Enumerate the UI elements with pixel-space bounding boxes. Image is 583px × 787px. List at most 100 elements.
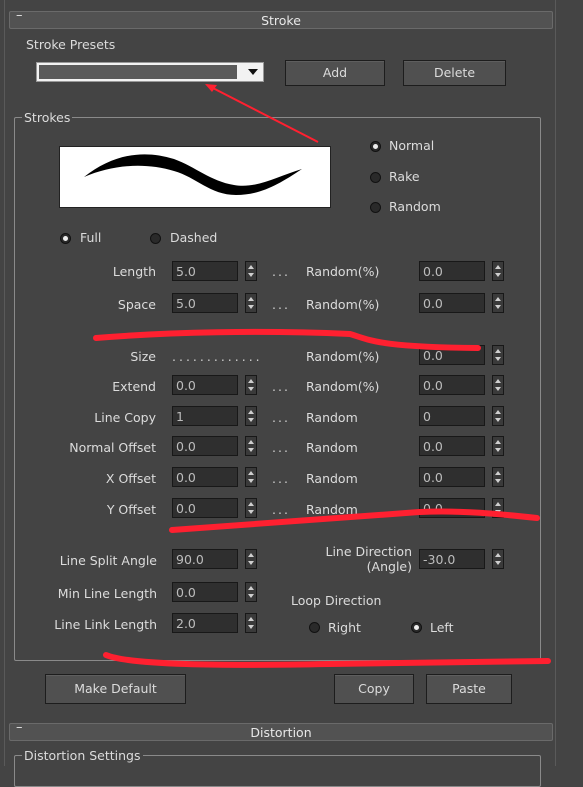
x-offset-field[interactable]: 0.0: [172, 467, 238, 487]
spinner-up-icon[interactable]: [248, 410, 254, 414]
spinner-down-icon[interactable]: [248, 387, 254, 391]
spinner-down-icon[interactable]: [495, 479, 501, 483]
spinner-down-icon[interactable]: [248, 510, 254, 514]
spinner-up-icon[interactable]: [248, 502, 254, 506]
line-direction-spinner[interactable]: [492, 549, 504, 569]
loop-right-label[interactable]: Right: [328, 620, 361, 635]
delete-preset-button[interactable]: Delete: [403, 60, 506, 86]
line-direction-field[interactable]: -30.0: [419, 549, 485, 569]
spinner-down-icon[interactable]: [495, 510, 501, 514]
spinner-up-icon[interactable]: [248, 553, 254, 557]
dashed-radio[interactable]: [150, 233, 161, 244]
y-offset-spinner[interactable]: [245, 498, 257, 518]
style-random-radio[interactable]: [370, 202, 381, 213]
spinner-down-icon[interactable]: [248, 561, 254, 565]
spinner-down-icon[interactable]: [495, 418, 501, 422]
loop-left-radio[interactable]: [411, 622, 422, 633]
spinner-down-icon[interactable]: [495, 561, 501, 565]
spinner-up-icon[interactable]: [248, 471, 254, 475]
style-normal-radio[interactable]: [370, 141, 381, 152]
spinner-down-icon[interactable]: [248, 594, 254, 598]
length-random-spinner[interactable]: [492, 261, 504, 281]
y-offset-field[interactable]: 0.0: [172, 498, 238, 518]
spinner-up-icon[interactable]: [495, 349, 501, 353]
spinner-down-icon[interactable]: [248, 418, 254, 422]
style-random-label[interactable]: Random: [389, 199, 441, 214]
space-field[interactable]: 5.0: [172, 293, 238, 313]
loop-left-label[interactable]: Left: [430, 620, 454, 635]
style-rake-label[interactable]: Rake: [389, 169, 420, 184]
spinner-up-icon[interactable]: [248, 297, 254, 301]
line-copy-random-field[interactable]: 0: [419, 406, 485, 426]
spinner-up-icon[interactable]: [495, 471, 501, 475]
extend-field[interactable]: 0.0: [172, 375, 238, 395]
x-offset-random-spinner[interactable]: [492, 467, 504, 487]
spinner-up-icon[interactable]: [248, 617, 254, 621]
spinner-up-icon[interactable]: [495, 410, 501, 414]
stroke-rollout-header[interactable]: – Stroke: [9, 8, 553, 29]
line-copy-spinner[interactable]: [245, 406, 257, 426]
spinner-up-icon[interactable]: [248, 440, 254, 444]
spinner-up-icon[interactable]: [495, 379, 501, 383]
line-split-angle-field[interactable]: 90.0: [172, 549, 238, 569]
spinner-down-icon[interactable]: [495, 273, 501, 277]
add-preset-button[interactable]: Add: [285, 60, 385, 86]
line-split-angle-spinner[interactable]: [245, 549, 257, 569]
spinner-down-icon[interactable]: [495, 387, 501, 391]
y-offset-random-spinner[interactable]: [492, 498, 504, 518]
normal-offset-field[interactable]: 0.0: [172, 436, 238, 456]
space-random-field[interactable]: 0.0: [419, 293, 485, 313]
line-link-length-spinner[interactable]: [245, 613, 257, 633]
space-random-spinner[interactable]: [492, 293, 504, 313]
make-default-button[interactable]: Make Default: [45, 674, 186, 704]
normal-offset-random-spinner[interactable]: [492, 436, 504, 456]
min-line-length-field[interactable]: 0.0: [172, 582, 238, 602]
space-spinner[interactable]: [245, 293, 257, 313]
style-normal-label[interactable]: Normal: [389, 138, 434, 153]
loop-right-radio[interactable]: [309, 622, 320, 633]
min-line-length-spinner[interactable]: [245, 582, 257, 602]
spinner-down-icon[interactable]: [248, 305, 254, 309]
spinner-up-icon[interactable]: [248, 265, 254, 269]
spinner-up-icon[interactable]: [495, 265, 501, 269]
length-field[interactable]: 5.0: [172, 261, 238, 281]
spinner-down-icon[interactable]: [495, 357, 501, 361]
extend-random-field[interactable]: 0.0: [419, 375, 485, 395]
copy-button[interactable]: Copy: [334, 674, 414, 704]
normal-offset-random-field[interactable]: 0.0: [419, 436, 485, 456]
spinner-down-icon[interactable]: [248, 479, 254, 483]
line-link-length-field[interactable]: 2.0: [172, 613, 238, 633]
x-offset-random-field[interactable]: 0.0: [419, 467, 485, 487]
spinner-up-icon[interactable]: [248, 379, 254, 383]
line-copy-random-spinner[interactable]: [492, 406, 504, 426]
extend-spinner[interactable]: [245, 375, 257, 395]
spinner-down-icon[interactable]: [248, 448, 254, 452]
distortion-rollout-header[interactable]: – Distortion: [9, 720, 553, 741]
x-offset-spinner[interactable]: [245, 467, 257, 487]
style-rake-radio[interactable]: [370, 172, 381, 183]
extend-random-spinner[interactable]: [492, 375, 504, 395]
spinner-up-icon[interactable]: [495, 553, 501, 557]
spinner-down-icon[interactable]: [495, 448, 501, 452]
spinner-up-icon[interactable]: [248, 586, 254, 590]
spinner-up-icon[interactable]: [495, 502, 501, 506]
spinner-down-icon[interactable]: [495, 305, 501, 309]
full-label[interactable]: Full: [80, 230, 101, 245]
full-radio[interactable]: [60, 233, 71, 244]
size-random-spinner[interactable]: [492, 345, 504, 365]
normal-offset-spinner[interactable]: [245, 436, 257, 456]
length-spinner[interactable]: [245, 261, 257, 281]
chevron-down-icon[interactable]: [248, 69, 258, 75]
spinner-up-icon[interactable]: [495, 297, 501, 301]
y-offset-random-field[interactable]: 0.0: [419, 498, 485, 518]
spinner-down-icon[interactable]: [248, 273, 254, 277]
size-random-field[interactable]: 0.0: [419, 345, 485, 365]
stroke-presets-dropdown[interactable]: [36, 62, 264, 82]
dashed-label[interactable]: Dashed: [170, 230, 217, 245]
paste-button[interactable]: Paste: [426, 674, 512, 704]
spinner-up-icon[interactable]: [495, 440, 501, 444]
spinner-down-icon[interactable]: [248, 625, 254, 629]
length-random-field[interactable]: 0.0: [419, 261, 485, 281]
space-label: Space: [117, 297, 156, 312]
line-copy-field[interactable]: 1: [172, 406, 238, 426]
